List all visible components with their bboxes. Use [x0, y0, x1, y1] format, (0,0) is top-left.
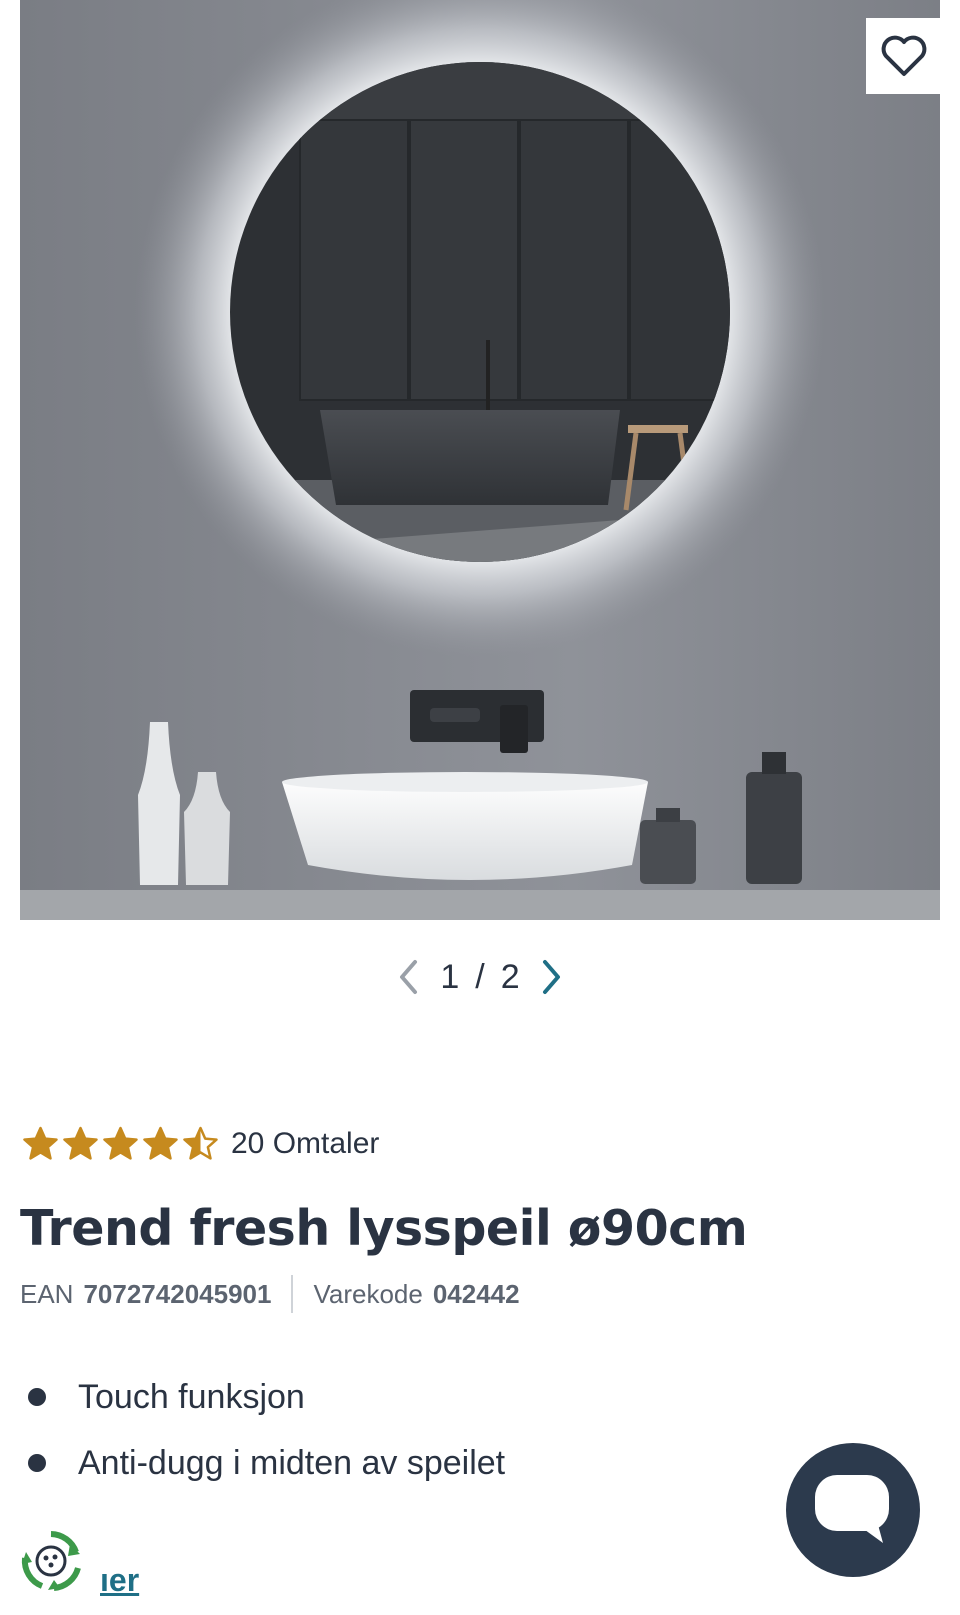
list-item: Touch funksjon	[20, 1364, 720, 1430]
item-code-value: 042442	[432, 1278, 520, 1309]
ean-value: 7072742045901	[83, 1278, 272, 1309]
image-pager: 1 / 2	[0, 955, 960, 999]
product-codes: EAN 7072742045901 Varekode 042442	[20, 1274, 520, 1314]
chat-bubble-icon	[815, 1475, 889, 1543]
partial-link[interactable]: ıer	[100, 1562, 139, 1599]
page-separator: /	[475, 957, 485, 996]
current-page: 1	[440, 957, 460, 996]
star-full-icon	[23, 1126, 58, 1160]
star-full-icon	[63, 1126, 98, 1160]
list-item: Anti-dugg i midten av speilet	[20, 1430, 720, 1496]
feature-list: Touch funksjon Anti-dugg i midten av spe…	[20, 1364, 720, 1496]
chevron-right-icon	[542, 960, 560, 994]
product-image[interactable]	[20, 0, 940, 920]
star-full-icon	[103, 1126, 138, 1160]
product-page: 1 / 2 20 Omtaler Trend fresh lysspeil ø9…	[0, 0, 960, 1615]
total-pages: 2	[500, 957, 520, 996]
rating-summary: 20 Omtaler	[22, 1122, 379, 1166]
reviews-link[interactable]: 20 Omtaler	[231, 1127, 379, 1161]
ean-label: EAN	[20, 1278, 74, 1309]
star-full-icon	[143, 1126, 178, 1160]
feature-text: Anti-dugg i midten av speilet	[78, 1443, 506, 1482]
bathroom-mirror-illustration	[20, 0, 940, 920]
codes-divider	[291, 1275, 294, 1313]
next-image-button[interactable]	[532, 955, 572, 999]
recycle-icon[interactable]	[18, 1528, 84, 1594]
bullet-icon	[28, 1454, 46, 1472]
feature-text: Touch funksjon	[78, 1377, 305, 1416]
item-code-label: Varekode	[313, 1278, 423, 1309]
chat-button[interactable]	[786, 1443, 920, 1577]
product-title: Trend fresh lysspeil ø90cm	[20, 1200, 748, 1257]
favorite-button[interactable]	[866, 18, 940, 94]
bullet-icon	[28, 1388, 46, 1406]
previous-image-button[interactable]	[388, 955, 428, 999]
chevron-left-icon	[400, 960, 418, 994]
star-half-icon	[183, 1126, 218, 1160]
rating-stars	[22, 1126, 219, 1162]
heart-icon	[881, 35, 927, 76]
